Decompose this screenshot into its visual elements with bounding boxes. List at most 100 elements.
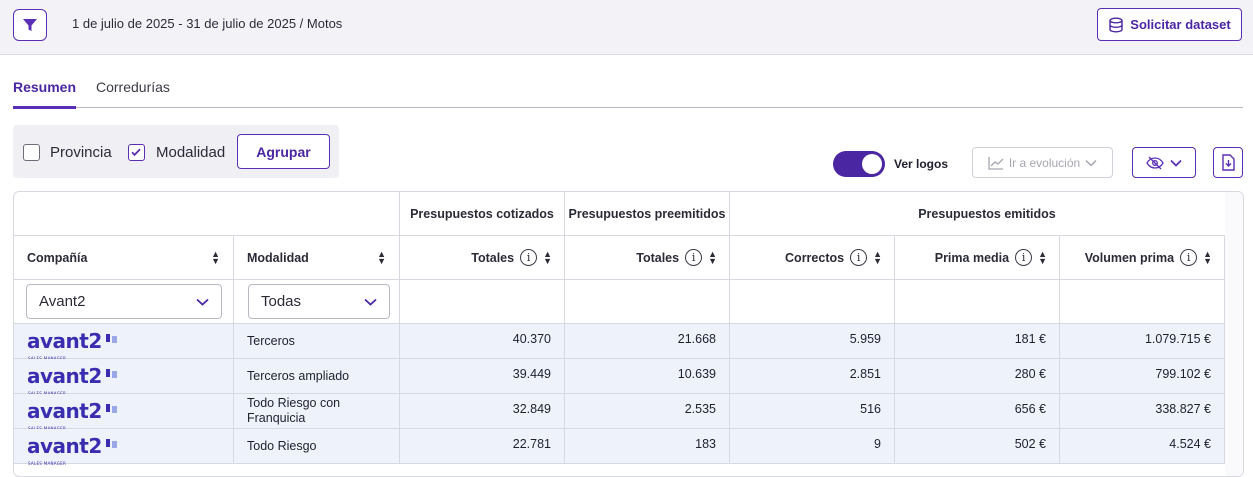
modalidad-cell: Todo Riesgo con Franquicia [234, 394, 400, 429]
filter-cell-empty [565, 280, 730, 324]
correctos-cell: 5.959 [730, 324, 895, 359]
logo-mark-icon [105, 404, 117, 413]
filter-cell-modalidad: Todas [234, 280, 400, 324]
top-filter-bar: 1 de julio de 2025 - 31 de julio de 2025… [0, 0, 1253, 55]
chevron-down-icon [196, 298, 209, 306]
ver-logos-label: Ver logos [894, 157, 949, 171]
column-label: Totales [636, 250, 680, 265]
column-visibility-button[interactable] [1132, 147, 1196, 178]
cotizados-cell: 40.370 [400, 324, 565, 359]
request-dataset-label: Solicitar dataset [1130, 17, 1231, 32]
company-logo: avant2SALES MANAGER [27, 366, 120, 396]
modalidad-cell: Todo Riesgo [234, 429, 400, 464]
logo-mark-icon [105, 439, 117, 448]
info-icon[interactable]: i [520, 249, 538, 266]
filter-cell-empty [730, 280, 895, 324]
preemitidos-cell: 2.535 [565, 394, 730, 429]
prima-media-cell: 502 € [895, 429, 1060, 464]
column-label: Prima media [934, 250, 1010, 265]
provincia-checkbox[interactable] [23, 144, 40, 161]
filter-cell-empty [1060, 280, 1225, 324]
grouping-panel: Provincia Modalidad Agrupar [13, 125, 339, 178]
column-label: Modalidad [247, 250, 309, 265]
company-logo: avant2SALES MANAGER [27, 331, 120, 361]
evolution-button[interactable]: Ir a evolución [972, 147, 1113, 178]
column-header-correctos[interactable]: Correctos i ▲ ▼ [730, 236, 895, 280]
filter-cell-empty [400, 280, 565, 324]
evolution-label: Ir a evolución [1008, 155, 1081, 170]
column-header-totales-preemitidos[interactable]: Totales i ▲ ▼ [565, 236, 730, 280]
column-header-prima-media[interactable]: Prima media i ▲ ▼ [895, 236, 1060, 280]
group-header-cotizados: Presupuestos cotizados [400, 192, 565, 236]
funnel-icon [23, 19, 37, 31]
modalidad-select-value: Todas [261, 293, 302, 310]
sort-icon[interactable]: ▲ ▼ [377, 249, 386, 265]
filter-cell-compania: Avant2 [14, 280, 234, 324]
download-file-icon [1222, 154, 1235, 171]
modalidad-checkbox[interactable] [128, 144, 145, 161]
column-header-modalidad[interactable]: Modalidad ▲ ▼ [234, 236, 400, 280]
column-header-volumen-prima[interactable]: Volumen prima i ▲ ▼ [1060, 236, 1225, 280]
compania-logo-cell: avant2SALES MANAGER [14, 359, 234, 396]
filter-button[interactable] [13, 9, 47, 41]
chevron-down-icon [1170, 159, 1182, 167]
sort-icon[interactable]: ▲ ▼ [1038, 249, 1047, 265]
sort-icon[interactable]: ▲ ▼ [211, 249, 220, 265]
info-icon[interactable]: i [850, 249, 868, 266]
tab-resumen[interactable]: Resumen [13, 79, 77, 109]
info-icon[interactable]: i [1180, 249, 1198, 266]
company-logo: avant2SALES MANAGER [27, 436, 120, 466]
provincia-label: Provincia [50, 144, 112, 161]
compania-select-value: Avant2 [39, 293, 86, 310]
modalidad-cell: Terceros [234, 324, 400, 359]
compania-select[interactable]: Avant2 [26, 284, 222, 319]
correctos-cell: 516 [730, 394, 895, 429]
column-header-totales-cotizados[interactable]: Totales i ▲ ▼ [400, 236, 565, 280]
volumen-prima-cell: 1.079.715 € [1060, 324, 1225, 359]
filter-cell-empty [895, 280, 1060, 324]
volumen-prima-cell: 338.827 € [1060, 394, 1225, 429]
scrollbar-track[interactable] [1225, 192, 1243, 476]
info-icon[interactable]: i [685, 249, 703, 266]
chevron-down-icon [364, 298, 377, 306]
volumen-prima-cell: 4.524 € [1060, 429, 1225, 464]
request-dataset-button[interactable]: Solicitar dataset [1097, 8, 1242, 41]
prima-media-cell: 280 € [895, 359, 1060, 394]
column-header-compania[interactable]: Compañía ▲ ▼ [14, 236, 234, 280]
modalidad-select[interactable]: Todas [248, 284, 390, 319]
preemitidos-cell: 183 [565, 429, 730, 464]
check-icon [131, 148, 141, 157]
prima-media-cell: 656 € [895, 394, 1060, 429]
sort-icon[interactable]: ▲ ▼ [708, 249, 717, 265]
group-header-preemitidos: Presupuestos preemitidos [565, 192, 730, 236]
sort-icon[interactable]: ▲ ▼ [873, 249, 882, 265]
agrupar-button[interactable]: Agrupar [237, 134, 330, 169]
tab-bar: Resumen Corredurías [13, 78, 1243, 109]
chevron-down-icon [1085, 159, 1097, 167]
preemitidos-cell: 21.668 [565, 324, 730, 359]
sort-icon[interactable]: ▲ ▼ [543, 249, 552, 265]
compania-logo-cell: avant2SALES MANAGER [14, 324, 234, 361]
correctos-cell: 2.851 [730, 359, 895, 394]
logo-mark-icon [105, 334, 117, 343]
modalidad-label: Modalidad [156, 144, 226, 161]
ver-logos-toggle[interactable] [833, 151, 885, 177]
logo-mark-icon [105, 369, 117, 378]
results-table: Presupuestos cotizados Presupuestos pree… [13, 191, 1244, 477]
tab-corredurias[interactable]: Corredurías [96, 79, 170, 95]
company-logo-subtitle: SALES MANAGER [28, 461, 67, 466]
column-label: Totales [471, 250, 515, 265]
sort-icon[interactable]: ▲ ▼ [1203, 249, 1212, 265]
column-label: Compañía [27, 250, 88, 265]
cotizados-cell: 22.781 [400, 429, 565, 464]
group-header-emitidos: Presupuestos emitidos [730, 192, 1243, 236]
volumen-prima-cell: 799.102 € [1060, 359, 1225, 394]
compania-logo-cell: avant2SALES MANAGER [14, 394, 234, 431]
download-button[interactable] [1213, 147, 1243, 178]
group-header-empty [14, 192, 400, 236]
prima-media-cell: 181 € [895, 324, 1060, 359]
preemitidos-cell: 10.639 [565, 359, 730, 394]
column-label: Volumen prima [1084, 250, 1175, 265]
compania-logo-cell: avant2SALES MANAGER [14, 429, 234, 466]
info-icon[interactable]: i [1015, 249, 1033, 266]
